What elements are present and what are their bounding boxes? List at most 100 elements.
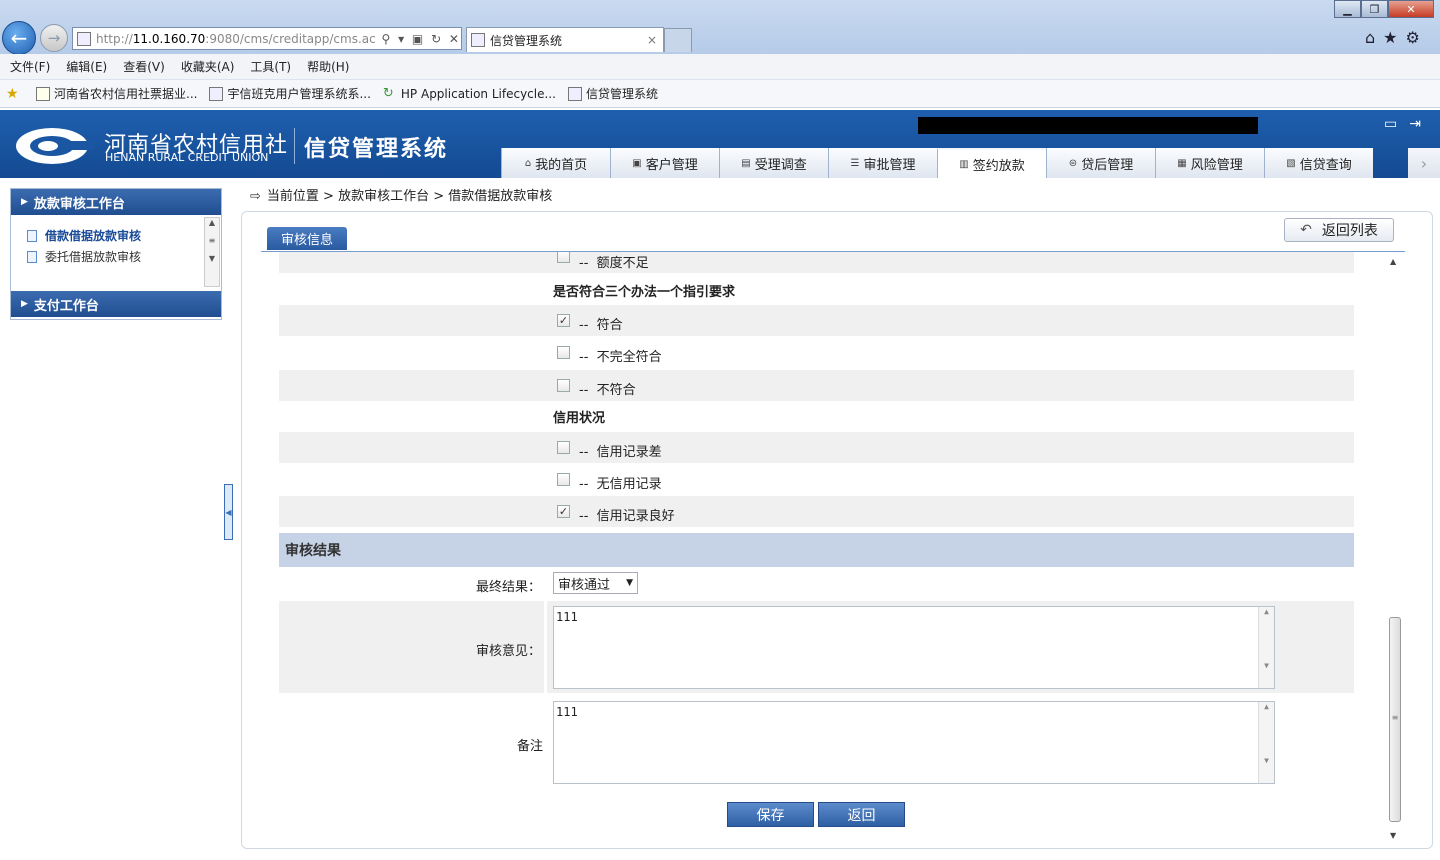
new-tab-button[interactable] <box>664 28 692 52</box>
post-loan-icon: ⊜ <box>1068 157 1078 169</box>
ie-page-icon <box>36 86 50 101</box>
remark-label: 备注 <box>516 739 543 754</box>
nav-tab-post-loan[interactable]: ⊜ 贷后管理 <box>1046 148 1155 178</box>
settings-gear-icon[interactable]: ⚙ <box>1406 28 1428 47</box>
favorites-star-icon[interactable]: ★ <box>1383 28 1405 47</box>
window-minimize-button[interactable]: ▁ <box>1334 0 1361 18</box>
tab-favicon-icon <box>471 33 485 47</box>
checkbox-compliant[interactable]: ✓ <box>557 314 570 327</box>
option-row <box>279 370 1354 401</box>
nav-tab-approval[interactable]: ☰ 审批管理 <box>828 148 937 178</box>
scroll-down-icon[interactable]: ▼ <box>1390 831 1396 840</box>
browser-menu-bar: 文件(F) 编辑(E) 查看(V) 收藏夹(A) 工具(T) 帮助(H) <box>0 54 1440 80</box>
home-icon[interactable]: ⌂ <box>1365 28 1383 47</box>
redacted-user-info <box>918 117 1258 134</box>
content-scrollbar[interactable]: ▲ ≡ ▼ <box>1387 253 1403 845</box>
option-no-credit-record: -- 无信用记录 <box>579 477 662 492</box>
final-result-label: 最终结果： <box>475 580 541 595</box>
tab-close-icon[interactable]: × <box>647 33 657 47</box>
option-row <box>279 432 1354 463</box>
section-header-audit-result: 审核结果 <box>279 533 1354 567</box>
system-name: 信贷管理系统 <box>304 137 449 162</box>
nav-tab-customer[interactable]: ▣ 客户管理 <box>610 148 719 178</box>
breadcrumb: ⇨ 当前位置 > 放款审核工作台 > 借款借据放款审核 <box>250 189 553 204</box>
menu-file[interactable]: 文件(F) <box>10 58 50 75</box>
nav-tab-home[interactable]: ⌂ 我的首页 <box>501 148 610 178</box>
page-favicon-icon <box>77 31 91 46</box>
expand-triangle-icon: ▶ <box>21 299 28 309</box>
back-to-list-button[interactable]: ↶ 返回列表 <box>1284 218 1394 242</box>
nav-more-chevron-icon[interactable]: › <box>1408 148 1440 178</box>
favorite-link-4[interactable]: 信贷管理系统 <box>567 85 658 102</box>
menu-favorites[interactable]: 收藏夹(A) <box>181 58 235 75</box>
nav-tab-query[interactable]: ▧ 信贷查询 <box>1264 148 1373 178</box>
sidebar-item-loan-receipt-audit[interactable]: 借款借据放款审核 <box>11 225 221 246</box>
sidebar-group-loan-audit[interactable]: ▶ 放款审核工作台 <box>11 189 221 215</box>
tab-title: 信贷管理系统 <box>490 33 563 48</box>
menu-view[interactable]: 查看(V) <box>123 58 165 75</box>
browser-forward-button[interactable]: → <box>40 24 68 52</box>
checkbox-partially-compliant[interactable] <box>557 346 570 359</box>
credit-union-logo-icon <box>16 128 94 164</box>
browser-tab[interactable]: 信贷管理系统 × <box>466 27 664 52</box>
final-result-select[interactable]: 审核通过 ▼ <box>553 572 638 594</box>
nav-tab-risk[interactable]: ▦ 风险管理 <box>1155 148 1264 178</box>
favorite-link-2[interactable]: 宇信班克用户管理系统系... <box>209 85 371 102</box>
remark-textarea[interactable]: 111 ▲ ▼ <box>553 701 1275 784</box>
return-button[interactable]: 返回 <box>818 802 905 827</box>
home-icon: ⌂ <box>524 157 532 169</box>
checkbox-good-credit[interactable]: ✓ <box>557 505 570 518</box>
page-icon <box>567 86 582 101</box>
option-row <box>279 252 1354 273</box>
sidebar-group-payment[interactable]: ▶ 支付工作台 <box>11 291 221 317</box>
scrollbar-thumb[interactable]: ≡ <box>1389 617 1401 822</box>
favorite-link-3[interactable]: ↻ HP Application Lifecycle... <box>382 85 556 101</box>
sidebar-scrollbar[interactable]: ▲ ≡ ▼ <box>204 217 220 287</box>
return-arrow-icon: ↶ <box>1300 222 1312 238</box>
option-row <box>279 496 1354 527</box>
window-maximize-button[interactable]: ❐ <box>1361 0 1388 18</box>
textarea-scrollbar[interactable]: ▲ ▼ <box>1258 702 1274 783</box>
favorites-bar: ★ 河南省农村信用社票据业... 宇信班克用户管理系统系... ↻ HP Appl… <box>0 80 1440 108</box>
logout-icon[interactable]: ⇥ <box>1409 116 1433 132</box>
checkbox-no-credit-record[interactable] <box>557 473 570 486</box>
scroll-up-icon[interactable]: ▲ <box>1390 257 1396 266</box>
checkbox-insufficient-quota[interactable] <box>557 252 570 263</box>
survey-icon: ▤ <box>741 157 751 169</box>
sidebar-collapse-handle[interactable]: ◀ <box>224 484 233 540</box>
window-close-button[interactable]: ✕ <box>1388 0 1434 18</box>
menu-tools[interactable]: 工具(T) <box>250 58 291 75</box>
nav-tab-survey[interactable]: ▤ 受理调查 <box>719 148 828 178</box>
expand-triangle-icon: ▶ <box>21 197 28 207</box>
address-url[interactable]: http://11.0.160.70:9080/cms/creditapp/cm… <box>96 32 375 46</box>
section-title-compliance: 是否符合三个办法一个指引要求 <box>553 285 736 300</box>
checkbox-non-compliant[interactable] <box>557 379 570 392</box>
textarea-scrollbar[interactable]: ▲ ▼ <box>1258 607 1274 688</box>
browser-back-button[interactable]: ← <box>2 21 36 55</box>
address-tools-icons[interactable]: ⚲ ▾ ▣ ↻ ✕ <box>381 32 461 46</box>
refresh-page-icon: ↻ <box>382 85 394 101</box>
nav-tab-signing-loan[interactable]: ▥ 签约放款 <box>937 148 1046 178</box>
browser-toolbar-icons[interactable]: ⌂★⚙ <box>1365 28 1428 47</box>
option-compliant: -- 符合 <box>579 318 623 333</box>
checkbox-poor-credit[interactable] <box>557 441 570 454</box>
address-bar[interactable]: http://11.0.160.70:9080/cms/creditapp/cm… <box>72 27 462 50</box>
option-row <box>279 305 1354 336</box>
document-icon <box>27 229 37 242</box>
favorites-star-add-icon[interactable]: ★ <box>6 87 24 101</box>
save-button[interactable]: 保存 <box>727 802 814 827</box>
sidebar-item-entrusted-receipt-audit[interactable]: 委托借据放款审核 <box>11 246 221 267</box>
menu-edit[interactable]: 编辑(E) <box>66 58 107 75</box>
document-icon <box>27 250 37 263</box>
tab-audit-info[interactable]: 审核信息 <box>267 227 347 250</box>
favorite-link-1[interactable]: 河南省农村信用社票据业... <box>36 85 197 102</box>
location-arrow-icon: ⇨ <box>250 189 261 204</box>
option-non-compliant: -- 不符合 <box>579 383 636 398</box>
opinion-textarea[interactable]: 111 ▲ ▼ <box>553 606 1275 689</box>
monitor-icon[interactable]: ▭ <box>1384 116 1409 132</box>
section-title-credit-status: 信用状况 <box>553 411 606 426</box>
query-icon: ▧ <box>1286 157 1296 169</box>
option-poor-credit: -- 信用记录差 <box>579 445 662 460</box>
option-good-credit: -- 信用记录良好 <box>579 509 675 524</box>
menu-help[interactable]: 帮助(H) <box>307 58 349 75</box>
